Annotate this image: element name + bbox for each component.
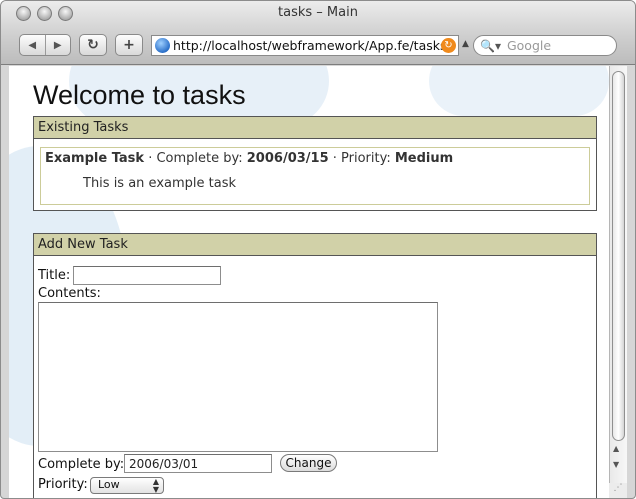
complete-by-input[interactable]: [124, 454, 272, 473]
search-placeholder: Google: [506, 38, 552, 53]
page-viewport: Welcome to tasks Existing Tasks Example …: [9, 66, 609, 498]
task-item: Example Task · Complete by: 2006/03/15 ·…: [40, 147, 590, 205]
add-task-heading: Add New Task: [34, 234, 596, 256]
reload-icon: ↻: [87, 37, 99, 53]
search-field[interactable]: 🔍▾ Google: [473, 35, 617, 56]
vertical-scrollbar[interactable]: ▲ ▼: [609, 66, 627, 498]
existing-tasks-panel: Existing Tasks Example Task · Complete b…: [33, 116, 597, 211]
select-arrows-icon: ▲ ▼: [152, 477, 159, 494]
task-complete-label: Complete by:: [156, 151, 243, 166]
task-name: Example Task: [45, 151, 145, 166]
complete-by-label: Complete by:: [38, 457, 125, 472]
address-dropdown-icon[interactable]: ▲: [462, 39, 469, 49]
title-label: Title:: [38, 268, 71, 283]
globe-icon: [155, 38, 170, 53]
address-text: http://localhost/webframework/App.fe/tas…: [173, 38, 451, 53]
priority-select-value: Low: [98, 478, 120, 491]
existing-tasks-heading: Existing Tasks: [34, 117, 596, 139]
search-icon[interactable]: 🔍▾: [480, 39, 501, 53]
window-title: tasks – Main: [278, 5, 358, 20]
reload-button[interactable]: ↻: [79, 34, 107, 56]
browser-window: tasks – Main ◀ ▶ ↻ + http://localhost/we…: [0, 0, 636, 499]
task-priority-label: Priority:: [341, 151, 391, 166]
back-button[interactable]: ◀: [20, 35, 46, 55]
page-title: Welcome to tasks: [33, 80, 246, 110]
contents-label: Contents:: [38, 286, 101, 301]
task-complete-date: 2006/03/15: [246, 151, 329, 166]
priority-select[interactable]: Low ▲ ▼: [90, 477, 164, 494]
task-priority: Medium: [394, 151, 454, 166]
add-task-panel: Add New Task Title: Contents: Complete b…: [33, 233, 597, 498]
plus-icon: +: [123, 37, 135, 53]
contents-textarea[interactable]: [38, 302, 438, 452]
change-date-button[interactable]: Change: [280, 454, 337, 472]
resize-grip-icon[interactable]: ⋰: [609, 483, 627, 498]
scroll-up-arrow-icon[interactable]: ▲: [613, 444, 619, 453]
task-description: This is an example task: [83, 176, 237, 191]
rss-icon[interactable]: ↻: [441, 38, 456, 53]
browser-chrome: tasks – Main ◀ ▶ ↻ + http://localhost/we…: [1, 1, 635, 65]
priority-label: Priority:: [38, 477, 88, 492]
add-bookmark-button[interactable]: +: [115, 34, 143, 56]
scroll-down-arrow-icon[interactable]: ▼: [613, 460, 619, 469]
title-input[interactable]: [73, 266, 221, 285]
background-decoration: [429, 66, 609, 116]
address-bar[interactable]: http://localhost/webframework/App.fe/tas…: [151, 35, 459, 56]
scrollbar-thumb[interactable]: [612, 71, 625, 441]
forward-button[interactable]: ▶: [46, 35, 71, 55]
nav-buttons: ◀ ▶: [19, 34, 71, 56]
